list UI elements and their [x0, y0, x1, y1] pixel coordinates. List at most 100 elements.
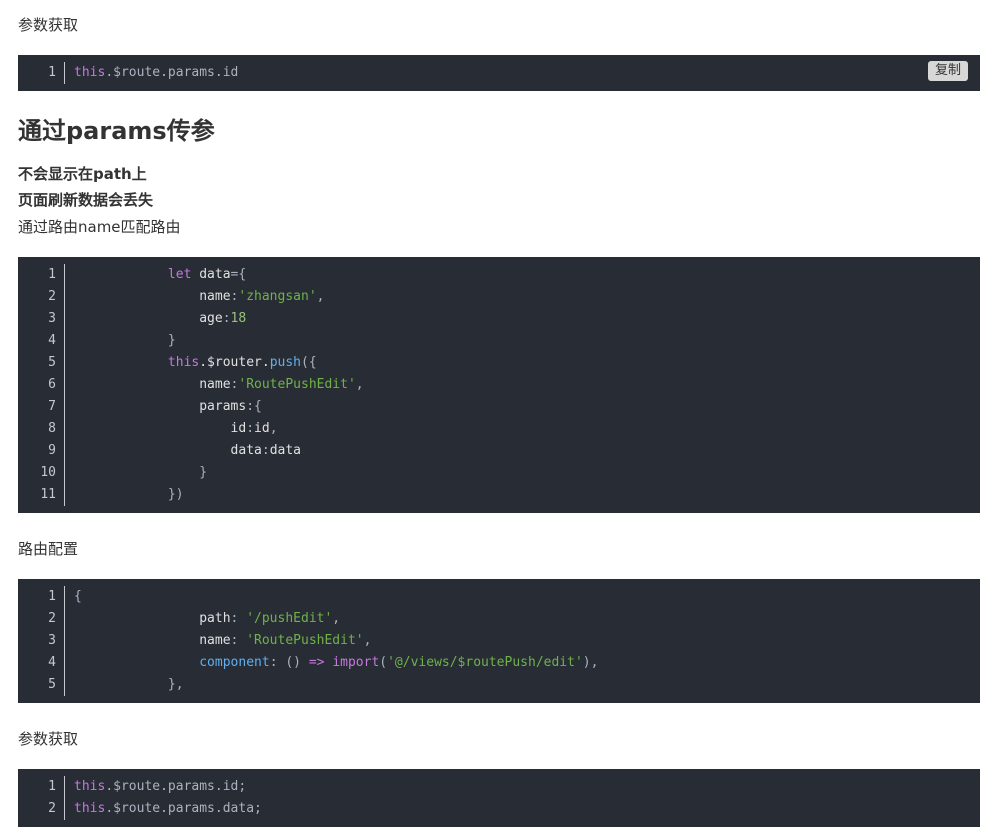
code-token: id [254, 421, 270, 436]
code-token: age [199, 311, 223, 326]
line-number: 1 [18, 62, 65, 84]
code-token: '@/views/$routePush/edit' [387, 655, 583, 670]
line-number: 10 [18, 462, 65, 484]
code-token: } [199, 465, 208, 480]
code-text: }) [65, 484, 184, 506]
code-token: : () [269, 655, 309, 670]
code-line: 2 this.$route.params.data; [18, 798, 980, 820]
code-text: { [65, 586, 82, 608]
code-line: 2 path: '/pushEdit', [18, 608, 980, 630]
code-text: data:data [65, 440, 301, 462]
code-token: data [269, 443, 301, 458]
code-token: ), [582, 655, 599, 670]
code-block-3: 1{2 path: '/pushEdit', 3 name: 'RoutePush… [18, 579, 980, 703]
code-line: 4 } [18, 330, 980, 352]
code-text: this.$router.push({ [65, 352, 317, 374]
code-line: 1 this.$route.params.id; [18, 776, 980, 798]
code-token: this [74, 65, 106, 80]
code-token: , [269, 421, 278, 436]
code-line: 1 let data={ [18, 264, 980, 286]
code-text: } [65, 462, 207, 484]
code-token: let [167, 267, 192, 282]
code-line: 1 this.$route.params.id [18, 62, 980, 84]
code-token: this [167, 355, 200, 370]
code-line: 2 name:'zhangsan', [18, 286, 980, 308]
code-line: 8 id:id, [18, 418, 980, 440]
code-token: id [230, 421, 247, 436]
code-token: , [316, 289, 325, 304]
code-text: this.$route.params.data; [65, 798, 262, 820]
code-line: 10 } [18, 462, 980, 484]
code-token: }) [167, 487, 184, 502]
line-number: 3 [18, 308, 65, 330]
line-number: 11 [18, 484, 65, 506]
line-number: 4 [18, 330, 65, 352]
line-number: 5 [18, 674, 65, 696]
code-token: '/pushEdit' [246, 611, 333, 626]
code-text: age:18 [65, 308, 246, 330]
code-token: } [167, 333, 176, 348]
copy-button[interactable]: 复制 [927, 61, 968, 81]
code-token: : [230, 611, 247, 626]
code-token: : [246, 421, 255, 436]
code-token: name [199, 377, 231, 392]
code-line: 3 age:18 [18, 308, 980, 330]
code-token: ={ [230, 267, 247, 282]
code-token: component [199, 655, 270, 670]
line-number: 7 [18, 396, 65, 418]
code-token: { [74, 589, 82, 604]
line-number: 6 [18, 374, 65, 396]
code-token: path [199, 611, 231, 626]
code-block-2: 1 let data={2 name:'zhangsan', 3 age:18 4 … [18, 257, 980, 513]
line-number: 2 [18, 286, 65, 308]
code-line: 3 name: 'RoutePushEdit', [18, 630, 980, 652]
code-token: }, [167, 677, 184, 692]
code-text: } [65, 330, 176, 352]
code-token: : [261, 443, 270, 458]
code-token: 'RoutePushEdit' [238, 377, 356, 392]
note-not-in-path: 不会显示在path上 [18, 165, 147, 183]
code-token: .$route.params.id; [105, 779, 247, 794]
line-number: 2 [18, 798, 65, 820]
line-number: 1 [18, 586, 65, 608]
code-token: 'zhangsan' [238, 289, 317, 304]
param-get-label-2: 参数获取 [18, 730, 79, 748]
code-token: data [191, 267, 231, 282]
code-token: .$route.params.data; [105, 801, 262, 816]
route-config-label: 路由配置 [18, 540, 79, 558]
param-get-label-1: 参数获取 [18, 16, 79, 34]
code-line: 11 }) [18, 484, 980, 506]
code-line: 6 name:'RoutePushEdit', [18, 374, 980, 396]
code-token: import [332, 655, 380, 670]
line-number: 5 [18, 352, 65, 374]
code-token: .$router. [199, 355, 270, 370]
code-token: ( [379, 655, 388, 670]
code-text: name:'RoutePushEdit', [65, 374, 364, 396]
code-text: name:'zhangsan', [65, 286, 324, 308]
code-line: 5 this.$router.push({ [18, 352, 980, 374]
code-text: component: () => import('@/views/$routeP… [65, 652, 598, 674]
code-text: id:id, [65, 418, 278, 440]
code-text: let data={ [65, 264, 246, 286]
code-line: 1{ [18, 586, 980, 608]
code-token: , [355, 377, 364, 392]
code-token: push [269, 355, 301, 370]
note-match-by-name: 通过路由name匹配路由 [18, 218, 181, 236]
code-line: 4 component: () => import('@/views/$rout… [18, 652, 980, 674]
code-block-1: 1 this.$route.params.id 复制 [18, 55, 980, 91]
code-token: , [332, 611, 341, 626]
line-number: 2 [18, 608, 65, 630]
